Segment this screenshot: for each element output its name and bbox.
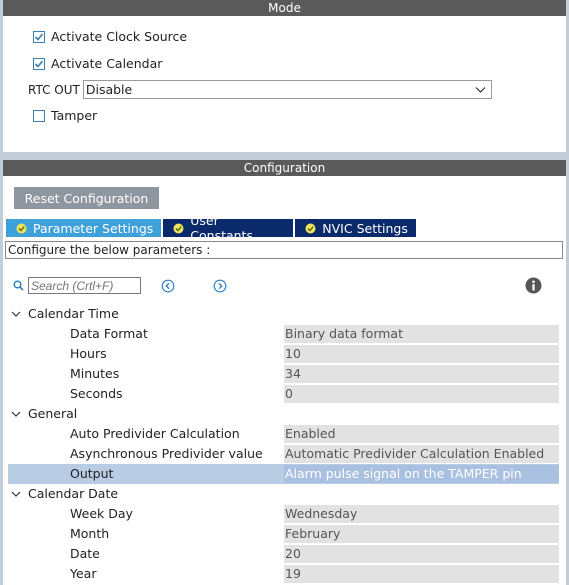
param-row-year[interactable]: Year 19 [8,564,559,584]
chevron-down-icon [11,311,21,317]
section-calendar-date[interactable]: Calendar Date [8,484,559,504]
param-name: Hours [70,346,107,361]
info-icon[interactable] [525,277,542,294]
section-general[interactable]: General [8,404,559,424]
section-label: Calendar Time [28,306,119,321]
tab-label: Parameter Settings [33,220,154,236]
tab-user-constants[interactable]: User Constants [163,213,294,243]
mode-panel: Mode Activate Clock Source Activate Cale… [3,0,566,152]
param-value[interactable]: 10 [284,345,559,363]
configure-instruction: Configure the below parameters : [5,241,563,259]
param-row-data-format[interactable]: Data Format Binary data format [8,324,559,344]
rtc-out-select[interactable]: Disable [82,80,492,99]
param-name: Date [70,546,100,561]
rtc-out-value: Disable [85,82,133,97]
tamper-option[interactable]: Tamper [33,108,97,123]
param-name: Seconds [70,386,123,401]
param-name: Asynchronous Predivider value [70,446,263,461]
rtc-out-label: RTC OUT [28,82,80,97]
param-row-async-predivider[interactable]: Asynchronous Predivider value Automatic … [8,444,559,464]
param-name: Month [70,526,110,541]
checkmark-icon [34,59,44,68]
chevron-down-icon [475,87,486,93]
section-label: General [28,406,78,421]
activate-clock-source-checkbox[interactable] [33,30,45,43]
param-row-month[interactable]: Month February [8,524,559,544]
tab-nvic-settings[interactable]: NVIC Settings [295,219,417,237]
section-label: Calendar Date [28,486,119,501]
rtc-out-row: RTC OUT Disable [28,80,492,99]
check-circle-icon [173,223,184,233]
search-input[interactable] [28,277,141,294]
param-row-auto-predivider[interactable]: Auto Predivider Calculation Enabled [8,424,559,444]
param-name: Year [70,566,97,581]
chevron-down-icon [11,491,21,497]
tamper-checkbox[interactable] [33,109,45,122]
search-bar [11,276,556,296]
activate-calendar-label: Activate Calendar [51,56,163,71]
section-calendar-time[interactable]: Calendar Time [8,304,559,324]
tab-label: User Constants [190,213,253,243]
param-value[interactable]: February [284,525,559,543]
param-row-hours[interactable]: Hours 10 [8,344,559,364]
configuration-panel: Configuration Reset Configuration Parame… [3,160,566,585]
tab-parameter-settings[interactable]: Parameter Settings [6,219,162,237]
param-value[interactable]: Automatic Predivider Calculation Enabled [284,445,559,463]
tab-label: NVIC Settings [322,220,408,236]
param-name: Output [70,466,114,481]
param-value[interactable]: Alarm pulse signal on the TAMPER pin [284,465,559,483]
param-row-seconds[interactable]: Seconds 0 [8,384,559,404]
param-name: Minutes [70,366,120,381]
parameter-tree: Calendar Time Data Format Binary data fo… [8,304,559,584]
configuration-header: Configuration [3,160,566,176]
checkmark-icon [34,32,44,41]
param-value[interactable]: 34 [284,365,559,383]
param-value[interactable]: 19 [284,565,559,583]
previous-icon[interactable] [161,279,175,293]
next-icon[interactable] [213,279,227,293]
param-row-minutes[interactable]: Minutes 34 [8,364,559,384]
param-value[interactable]: Wednesday [284,505,559,523]
activate-calendar-checkbox[interactable] [33,57,45,70]
activate-clock-source-label: Activate Clock Source [51,29,188,44]
param-row-date[interactable]: Date 20 [8,544,559,564]
param-row-output[interactable]: Output Alarm pulse signal on the TAMPER … [8,464,559,484]
tamper-label: Tamper [51,108,98,123]
config-tabs: Parameter Settings User Constants NVIC S… [6,213,418,243]
param-name: Week Day [70,506,133,521]
param-value[interactable]: 0 [284,385,559,403]
param-row-week-day[interactable]: Week Day Wednesday [8,504,559,524]
activate-clock-source-option[interactable]: Activate Clock Source [33,29,187,44]
param-value[interactable]: Enabled [284,425,559,443]
chevron-down-icon [11,411,21,417]
param-value[interactable]: Binary data format [284,325,559,343]
reset-configuration-button[interactable]: Reset Configuration [14,187,159,209]
param-value[interactable]: 20 [284,545,559,563]
mode-header: Mode [3,0,566,16]
check-circle-icon [16,223,27,233]
param-name: Auto Predivider Calculation [70,426,240,441]
search-icon [13,280,24,291]
param-name: Data Format [70,326,148,341]
check-circle-icon [305,223,316,233]
activate-calendar-option[interactable]: Activate Calendar [33,56,162,71]
